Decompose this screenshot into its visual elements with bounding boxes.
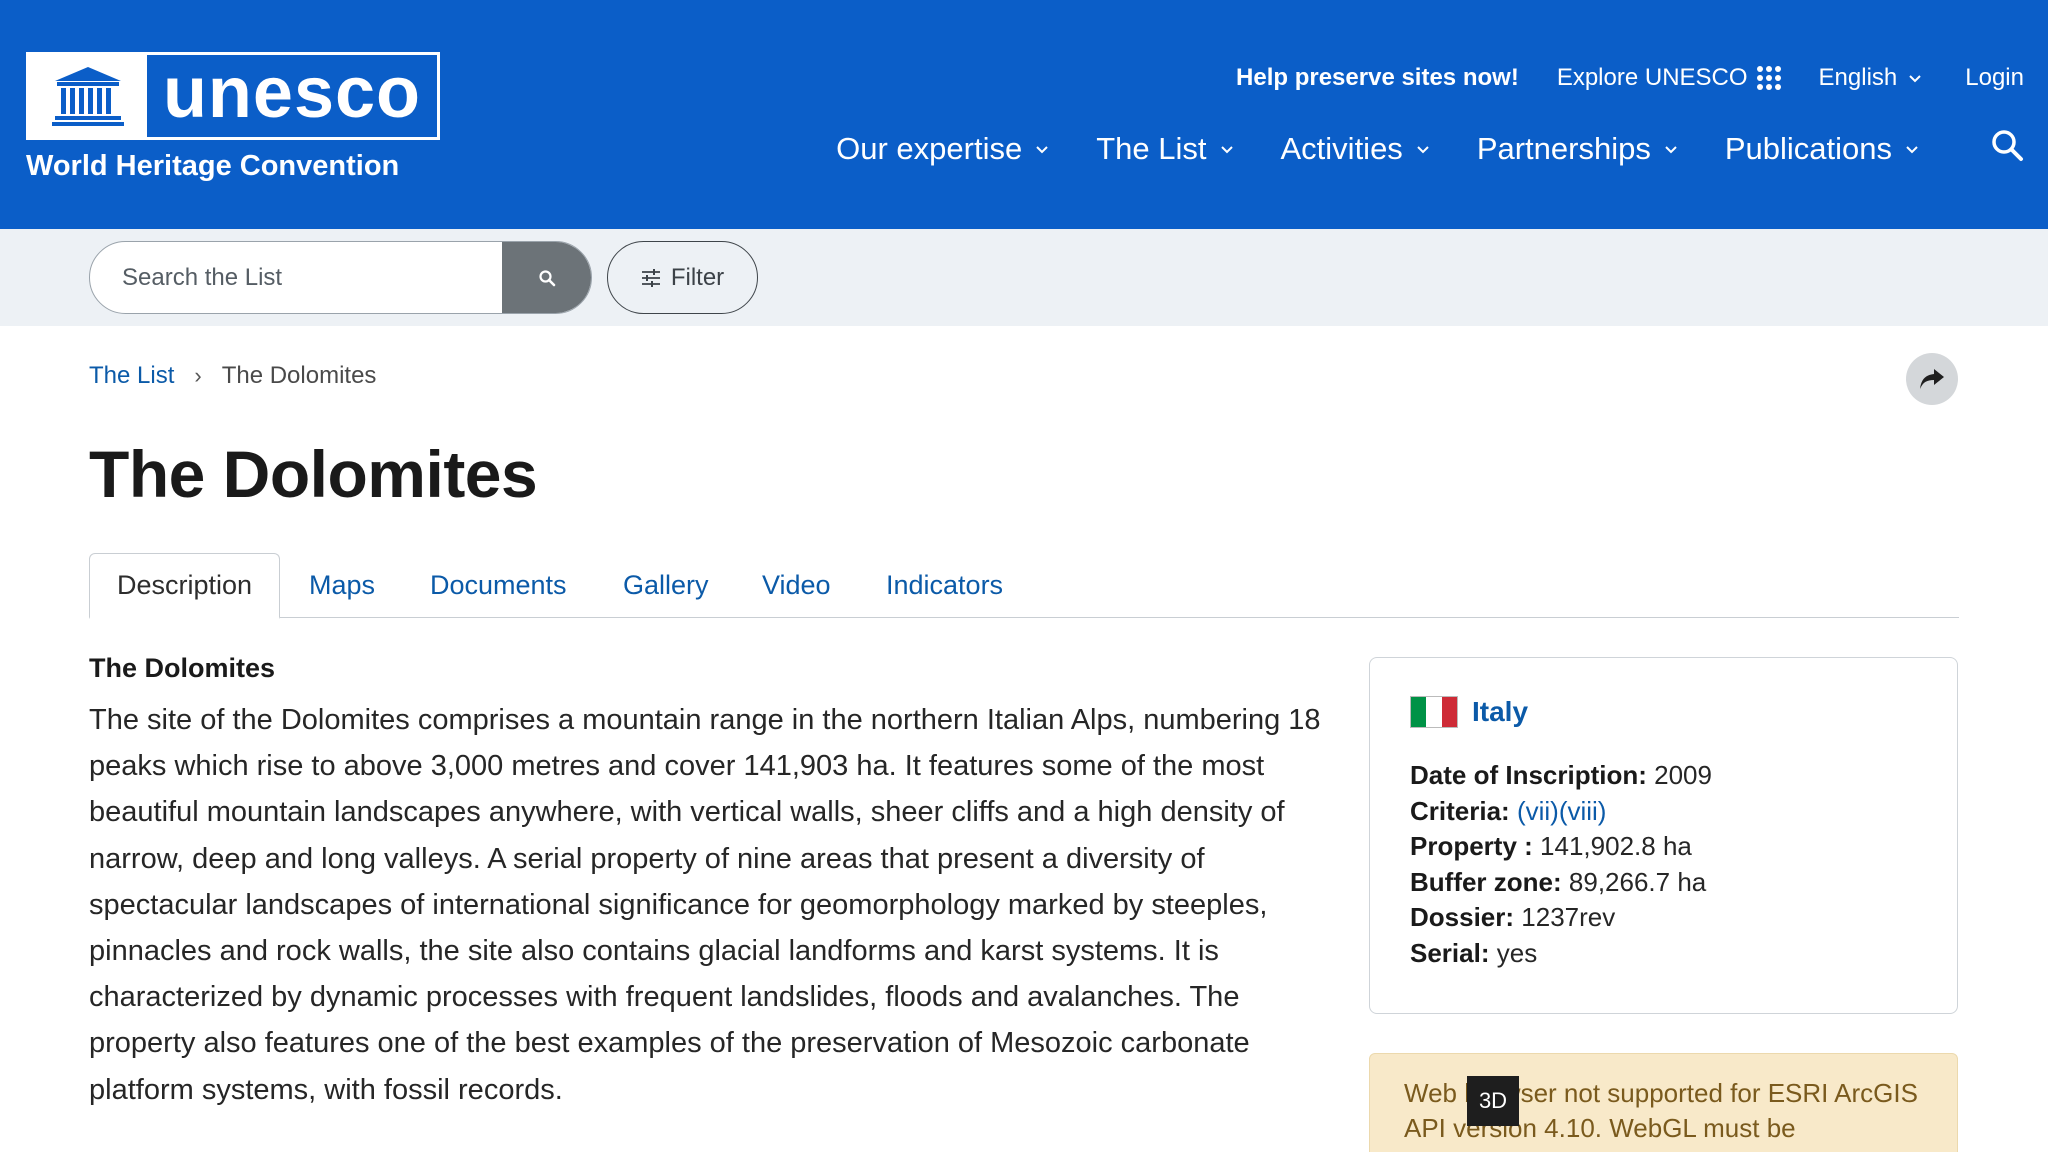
fact-label: Property : — [1410, 831, 1533, 862]
help-preserve-link[interactable]: Help preserve sites now! — [1236, 64, 1519, 92]
chevron-down-icon — [1417, 146, 1429, 154]
tab-video[interactable]: Video — [762, 553, 831, 618]
main-navigation: Our expertise The List Activities Partne… — [836, 128, 2024, 170]
criteria-link-viii[interactable]: (viii) — [1559, 796, 1607, 826]
nav-label: Publications — [1724, 131, 1892, 166]
nav-label: Activities — [1280, 131, 1403, 166]
dossier-value: 1237rev — [1521, 902, 1616, 933]
chevron-down-icon — [1665, 146, 1677, 154]
search-form — [89, 241, 592, 314]
property-row: Property : 141,902.8 ha — [1410, 829, 1712, 865]
inscription-row: Date of Inscription: 2009 — [1410, 758, 1712, 794]
buffer-zone-row: Buffer zone: 89,266.7 ha — [1410, 865, 1712, 901]
tab-gallery[interactable]: Gallery — [623, 553, 709, 618]
chevron-down-icon — [1909, 75, 1921, 83]
tab-maps[interactable]: Maps — [309, 553, 375, 618]
nav-label: The List — [1096, 131, 1207, 166]
property-value: 141,902.8 ha — [1540, 831, 1692, 862]
fact-label: Criteria: — [1410, 795, 1510, 826]
fact-label: Date of Inscription: — [1410, 760, 1647, 790]
login-link[interactable]: Login — [1965, 64, 2024, 92]
search-icon — [538, 269, 555, 286]
filter-button[interactable]: Filter — [607, 241, 758, 314]
grid-dots-icon — [1756, 66, 1781, 90]
nav-label: Partnerships — [1476, 131, 1651, 166]
nav-activities[interactable]: Activities — [1281, 131, 1431, 167]
search-submit-button[interactable] — [502, 242, 591, 313]
language-label: English — [1818, 64, 1898, 91]
fact-label: Buffer zone: — [1410, 866, 1562, 897]
tab-description[interactable]: Description — [89, 553, 280, 619]
nav-partnerships[interactable]: Partnerships — [1477, 131, 1679, 167]
3d-toggle-button[interactable]: 3D — [1467, 1076, 1519, 1126]
fact-label: Serial: — [1410, 937, 1490, 968]
serial-value: yes — [1496, 937, 1538, 968]
country-name: Italy — [1472, 696, 1529, 727]
dossier-row: Dossier: 1237rev — [1410, 900, 1712, 936]
breadcrumb-the-list[interactable]: The List — [89, 362, 174, 390]
filter-label: Filter — [670, 263, 725, 291]
breadcrumb-separator: › — [194, 363, 202, 388]
chevron-down-icon — [1906, 146, 1918, 154]
tab-indicators[interactable]: Indicators — [886, 553, 1003, 618]
serial-row: Serial: yes — [1410, 936, 1712, 972]
logo-subtitle[interactable]: World Heritage Convention — [26, 150, 399, 183]
utility-bar: Help preserve sites now! Explore UNESCO … — [1236, 64, 2024, 92]
search-icon — [1992, 130, 2023, 161]
property-info-card: Italy Date of Inscription: 2009 Criteria… — [1369, 657, 1958, 1014]
map-unsupported-notice: Web browser not supported for ESRI ArcGI… — [1369, 1053, 1958, 1152]
description-heading: The Dolomites — [89, 653, 276, 683]
content-tabs: Description Maps Documents Gallery Video… — [89, 553, 1959, 619]
description-body: The site of the Dolomites comprises a mo… — [89, 704, 1321, 1106]
unesco-logo[interactable]: unesco — [26, 52, 440, 140]
explore-label: Explore UNESCO — [1556, 64, 1748, 91]
nav-the-list[interactable]: The List — [1096, 131, 1234, 167]
breadcrumb-current: The Dolomites — [221, 362, 377, 389]
property-facts: Date of Inscription: 2009 Criteria: (vii… — [1410, 758, 1712, 972]
chevron-down-icon — [1220, 146, 1233, 154]
share-arrow-icon — [1920, 369, 1944, 389]
share-button[interactable] — [1906, 353, 1958, 405]
inscription-value: 2009 — [1654, 760, 1712, 790]
page-title: The Dolomites — [89, 437, 538, 511]
language-selector[interactable]: English — [1819, 64, 1924, 92]
nav-label: Our expertise — [836, 131, 1023, 166]
breadcrumb: The List › The Dolomites — [89, 362, 376, 390]
criteria-link-vii[interactable]: (vii) — [1517, 796, 1559, 826]
unesco-temple-icon — [29, 55, 147, 137]
search-input[interactable] — [90, 242, 502, 313]
site-header: unesco World Heritage Convention Help pr… — [0, 0, 2048, 229]
logo-wordmark: unesco — [162, 53, 422, 133]
buffer-zone-value: 89,266.7 ha — [1568, 866, 1707, 897]
nav-our-expertise[interactable]: Our expertise — [836, 131, 1050, 167]
tab-documents[interactable]: Documents — [430, 553, 567, 618]
country-link[interactable]: Italy — [1410, 696, 1528, 728]
chevron-down-icon — [1036, 146, 1048, 154]
search-band: Filter — [0, 229, 2048, 326]
criteria-row: Criteria: (vii)(viii) — [1410, 794, 1712, 830]
italy-flag-icon — [1410, 696, 1458, 728]
fact-label: Dossier: — [1410, 902, 1515, 933]
sliders-icon — [641, 268, 660, 287]
header-search-button[interactable] — [1990, 128, 2024, 170]
explore-unesco-button[interactable]: Explore UNESCO — [1557, 64, 1781, 92]
nav-publications[interactable]: Publications — [1725, 131, 1920, 167]
